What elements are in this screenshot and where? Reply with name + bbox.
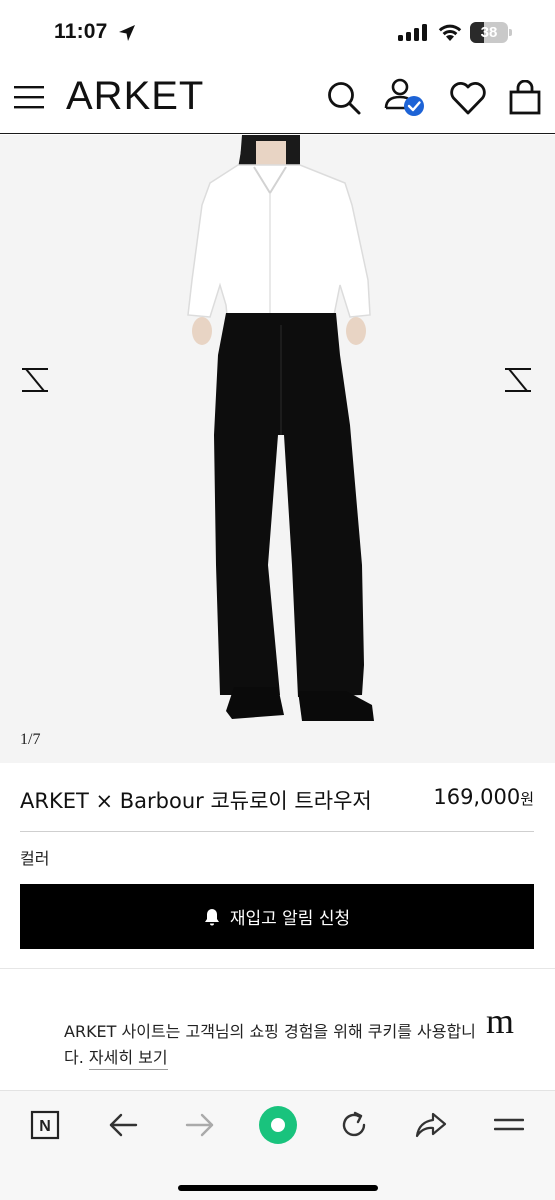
share-icon[interactable] xyxy=(413,1107,449,1143)
reload-icon[interactable] xyxy=(336,1107,372,1143)
cookie-notice: ARKET 사이트는 고객님의 쇼핑 경험을 위해 쿠키를 사용합니다. 자세히… xyxy=(0,988,555,1092)
arrow-left-icon[interactable] xyxy=(20,367,50,393)
section-divider xyxy=(0,968,555,969)
home-indicator xyxy=(178,1185,378,1191)
search-icon[interactable] xyxy=(326,80,362,116)
browser-toolbar: N xyxy=(0,1090,555,1200)
product-price: 169,000원 xyxy=(433,785,534,809)
product-info: ARKET × Barbour 코듀로이 트라우저 169,000원 xyxy=(20,782,534,832)
slide-counter: 1/7 xyxy=(20,731,41,748)
price-value: 169,000 xyxy=(433,785,521,809)
naver-icon[interactable]: N xyxy=(27,1107,63,1143)
back-icon[interactable] xyxy=(105,1107,141,1143)
price-currency: 원 xyxy=(520,790,534,808)
product-photo xyxy=(0,135,555,763)
status-time: 11:07 xyxy=(54,20,108,43)
restock-button-label: 재입고 알림 신청 xyxy=(229,909,351,929)
naver-square-icon: N xyxy=(30,1110,60,1140)
naver-label: N xyxy=(39,1118,51,1135)
brand-logo[interactable]: ARKET xyxy=(66,74,204,119)
more-icon[interactable] xyxy=(491,1107,527,1143)
account-icon[interactable] xyxy=(382,78,428,120)
shopping-bag-icon[interactable] xyxy=(508,80,542,116)
status-bar: 11:07 38 xyxy=(0,0,555,62)
verified-badge-icon xyxy=(404,96,424,116)
cellular-signal-icon xyxy=(398,24,427,41)
wifi-icon xyxy=(438,24,462,41)
product-name: ARKET × Barbour 코듀로이 트라우저 xyxy=(20,789,372,813)
battery-level: 38 xyxy=(480,24,498,41)
product-image-carousel[interactable]: 1/7 xyxy=(0,135,555,763)
location-arrow-icon xyxy=(119,25,135,41)
color-label: 컬러 xyxy=(20,849,50,868)
restock-notify-button[interactable]: 재입고 알림 신청 xyxy=(20,884,534,949)
home-icon[interactable] xyxy=(258,1105,298,1145)
floating-logo-icon[interactable]: m xyxy=(486,1000,514,1042)
bell-icon xyxy=(204,908,219,925)
site-header: ARKET xyxy=(0,62,555,134)
wishlist-heart-icon[interactable] xyxy=(449,80,487,116)
forward-icon[interactable] xyxy=(182,1107,218,1143)
menu-icon[interactable] xyxy=(14,84,44,110)
cookie-message: ARKET 사이트는 고객님의 쇼핑 경험을 위해 쿠키를 사용합니다. 자세히… xyxy=(64,1019,484,1071)
arrow-right-icon[interactable] xyxy=(503,367,533,393)
battery-cap xyxy=(509,29,512,36)
battery-indicator: 38 xyxy=(470,22,512,43)
cookie-details-link[interactable]: 자세히 보기 xyxy=(88,1048,168,1070)
